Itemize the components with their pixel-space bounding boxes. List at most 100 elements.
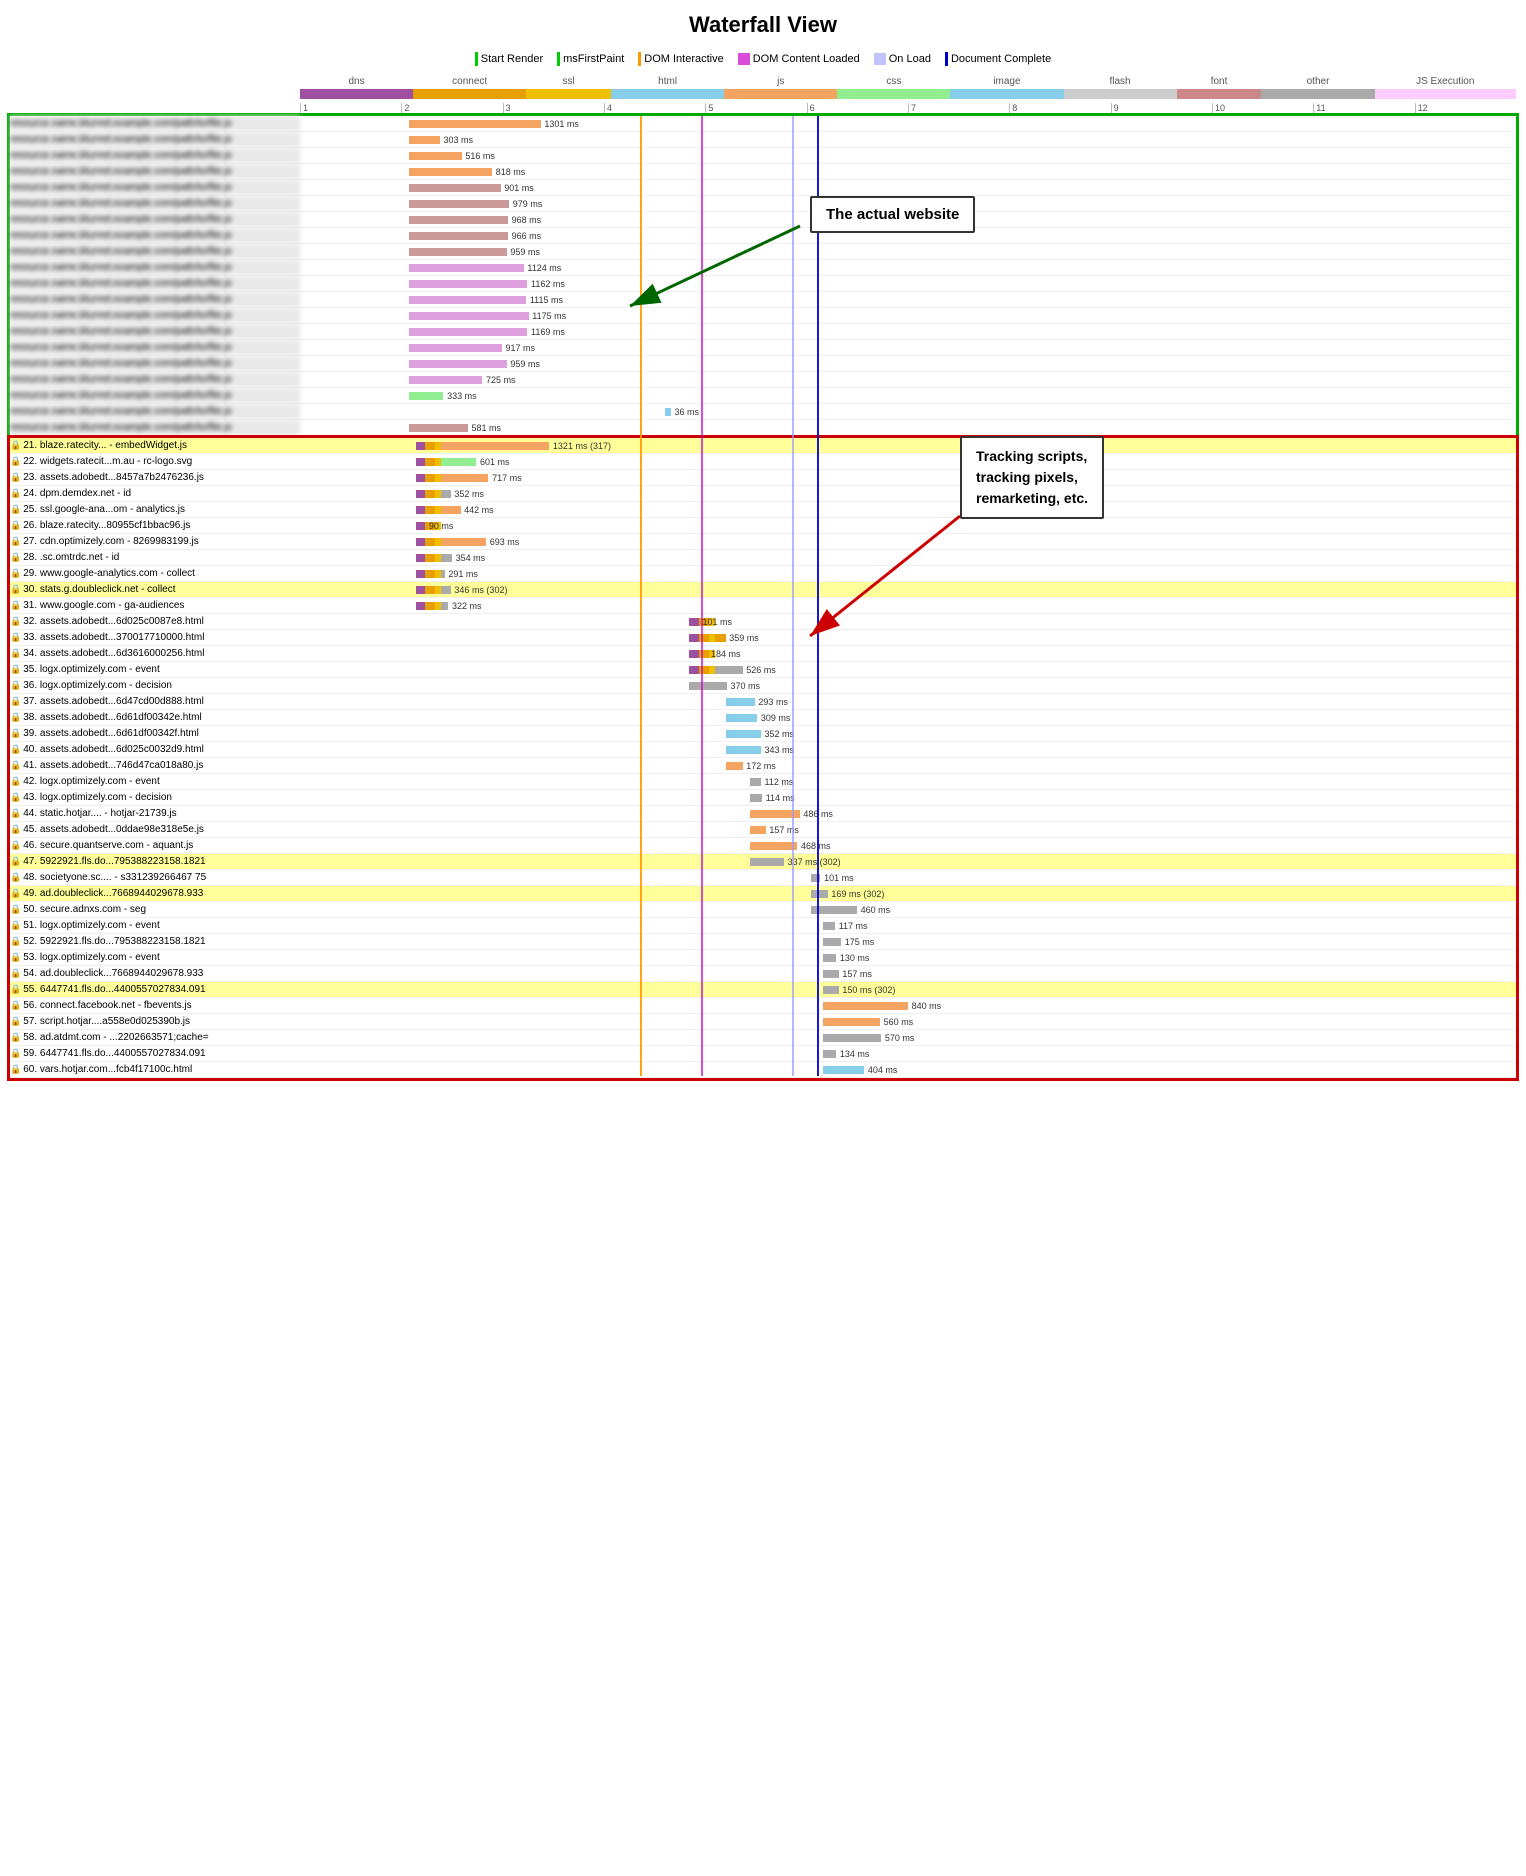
connect-bar — [425, 490, 435, 498]
connect-bar — [425, 474, 435, 482]
table-row: 🔒23. assets.adobedt...8457a7b2476236.js7… — [10, 470, 1516, 486]
table-row: resource.name.blurred.example.com/path/t… — [10, 244, 1516, 260]
table-row: resource.name.blurred.example.com/path/t… — [10, 356, 1516, 372]
row-name: 🔒54. ad.doubleclick...7668944029678.933 — [10, 968, 300, 979]
row-waterfall: 134 ms — [300, 1046, 1516, 1061]
table-row: 🔒26. blaze.ratecity...80955cf1bbac96.js9… — [10, 518, 1516, 534]
lock-icon: 🔒 — [10, 904, 21, 915]
dns-bar — [416, 538, 426, 546]
tick-marks: 1 2 3 4 5 6 7 8 9 10 11 12 — [300, 103, 1516, 114]
ms-label: 90 ms — [429, 521, 454, 531]
waterfall-bar — [409, 328, 527, 336]
row-name: resource.name.blurred.example.com/path/t… — [10, 292, 300, 307]
row-name: 🔒39. assets.adobedt...6d61df00342f.html — [10, 728, 300, 739]
legend: Start Render msFirstPaint DOM Interactiv… — [0, 46, 1526, 76]
table-row: 🔒44. static.hotjar.... - hotjar-21739.js… — [10, 806, 1516, 822]
color-connect — [413, 89, 526, 99]
row-name-text: 33. assets.adobedt...370017710000.html — [23, 632, 204, 643]
type-label-font: font — [1177, 76, 1262, 87]
row-name: resource.name.blurred.example.com/path/t… — [10, 164, 300, 179]
row-name-text: 44. static.hotjar.... - hotjar-21739.js — [23, 808, 176, 819]
row-name: 🔒36. logx.optimizely.com - decision — [10, 680, 300, 691]
table-row: resource.name.blurred.example.com/path/t… — [10, 324, 1516, 340]
row-name: resource.name.blurred.example.com/path/t… — [10, 356, 300, 371]
waterfall-bar — [409, 344, 501, 352]
row-waterfall: 90 ms — [300, 518, 1516, 533]
row-name: 🔒48. societyone.sc.... - s331239266467 7… — [10, 872, 300, 883]
row-waterfall: 352 ms — [300, 726, 1516, 741]
ms-label: 1115 ms — [530, 295, 563, 305]
row-name-text: 49. ad.doubleclick...7668944029678.933 — [23, 888, 203, 899]
lock-icon: 🔒 — [10, 1032, 21, 1043]
type-label-flash: flash — [1064, 76, 1177, 87]
table-row: 🔒29. www.google-analytics.com - collect2… — [10, 566, 1516, 582]
row-name: resource.name.blurred.example.com/path/t… — [10, 148, 300, 163]
row-name: 🔒38. assets.adobedt...6d61df00342e.html — [10, 712, 300, 723]
dns-bar — [689, 666, 699, 674]
ms-label: 352 ms — [765, 729, 795, 739]
row-name: resource.name.blurred.example.com/path/t… — [10, 372, 300, 387]
row-waterfall: 346 ms (302) — [300, 582, 1516, 597]
row-waterfall: 601 ms — [300, 454, 1516, 469]
row-name: 🔒56. connect.facebook.net - fbevents.js — [10, 1000, 300, 1011]
row-waterfall: 114 ms — [300, 790, 1516, 805]
ms-label: 979 ms — [513, 199, 543, 209]
color-ssl — [526, 89, 611, 99]
ms-label: 134 ms — [840, 1049, 870, 1059]
ms-label: 959 ms — [510, 359, 540, 369]
row-waterfall: 169 ms (302) — [300, 886, 1516, 901]
row-waterfall: 468 ms — [300, 838, 1516, 853]
row-name-text: 50. secure.adnxs.com - seg — [23, 904, 146, 915]
table-row: resource.name.blurred.example.com/path/t… — [10, 372, 1516, 388]
waterfall-bar — [409, 280, 527, 288]
tick-4: 4 — [604, 103, 705, 113]
table-row: resource.name.blurred.example.com/path/t… — [10, 420, 1516, 436]
waterfall-bar — [726, 730, 761, 738]
row-waterfall: 354 ms — [300, 550, 1516, 565]
legend-msfirstpaint: msFirstPaint — [557, 52, 624, 66]
row-name: 🔒60. vars.hotjar.com...fcb4f17100c.html — [10, 1064, 300, 1075]
table-row: 🔒52. 5922921.fls.do...795388223158.18211… — [10, 934, 1516, 950]
ms-label: 101 ms — [824, 873, 854, 883]
lock-icon: 🔒 — [10, 552, 21, 563]
waterfall-bar — [823, 922, 835, 930]
lock-icon: 🔒 — [10, 1064, 21, 1075]
row-name: 🔒27. cdn.optimizely.com - 8269983199.js — [10, 536, 300, 547]
row-name-text: 41. assets.adobedt...746d47ca018a80.js — [23, 760, 203, 771]
row-name: 🔒55. 6447741.fls.do...4400557027834.091 — [10, 984, 300, 995]
row-name: 🔒40. assets.adobedt...6d025c0032d9.html — [10, 744, 300, 755]
row-name: 🔒37. assets.adobedt...6d47cd00d888.html — [10, 696, 300, 707]
row-name: 🔒21. blaze.ratecity... - embedWidget.js — [10, 440, 300, 451]
lock-icon: 🔒 — [10, 1048, 21, 1059]
row-waterfall: 184 ms — [300, 646, 1516, 661]
ms-label: 303 ms — [443, 135, 473, 145]
table-row: resource.name.blurred.example.com/path/t… — [10, 212, 1516, 228]
row-waterfall: 840 ms — [300, 998, 1516, 1013]
row-waterfall: 570 ms — [300, 1030, 1516, 1045]
color-html — [611, 89, 724, 99]
tick-header-row: 1 2 3 4 5 6 7 8 9 10 11 12 — [10, 103, 1516, 114]
waterfall-bar — [409, 184, 500, 192]
waterfall-bar — [409, 216, 507, 224]
table-row: 🔒41. assets.adobedt...746d47ca018a80.js1… — [10, 758, 1516, 774]
row-name: resource.name.blurred.example.com/path/t… — [10, 116, 300, 131]
row-name: 🔒42. logx.optimizely.com - event — [10, 776, 300, 787]
lock-icon: 🔒 — [10, 792, 21, 803]
row-name-text: 48. societyone.sc.... - s331239266467 75 — [23, 872, 206, 883]
ms-label: 1169 ms — [531, 327, 565, 337]
row-name: resource.name.blurred.example.com/path/t… — [10, 228, 300, 243]
lock-icon: 🔒 — [10, 648, 21, 659]
ms-label: 442 ms — [464, 505, 494, 515]
ms-label: 460 ms — [861, 905, 891, 915]
row-name: resource.name.blurred.example.com/path/t… — [10, 404, 300, 419]
table-row: resource.name.blurred.example.com/path/t… — [10, 196, 1516, 212]
row-name-text: 34. assets.adobedt...6d3616000256.html — [23, 648, 204, 659]
waterfall-bar — [409, 392, 443, 400]
ssl-bar — [435, 602, 441, 610]
row-waterfall: 717 ms — [300, 470, 1516, 485]
row-name: 🔒33. assets.adobedt...370017710000.html — [10, 632, 300, 643]
waterfall-bar — [726, 714, 758, 722]
waterfall-bar — [409, 248, 506, 256]
row-name-text: 23. assets.adobedt...8457a7b2476236.js — [23, 472, 204, 483]
waterfall-bar — [823, 1066, 864, 1074]
